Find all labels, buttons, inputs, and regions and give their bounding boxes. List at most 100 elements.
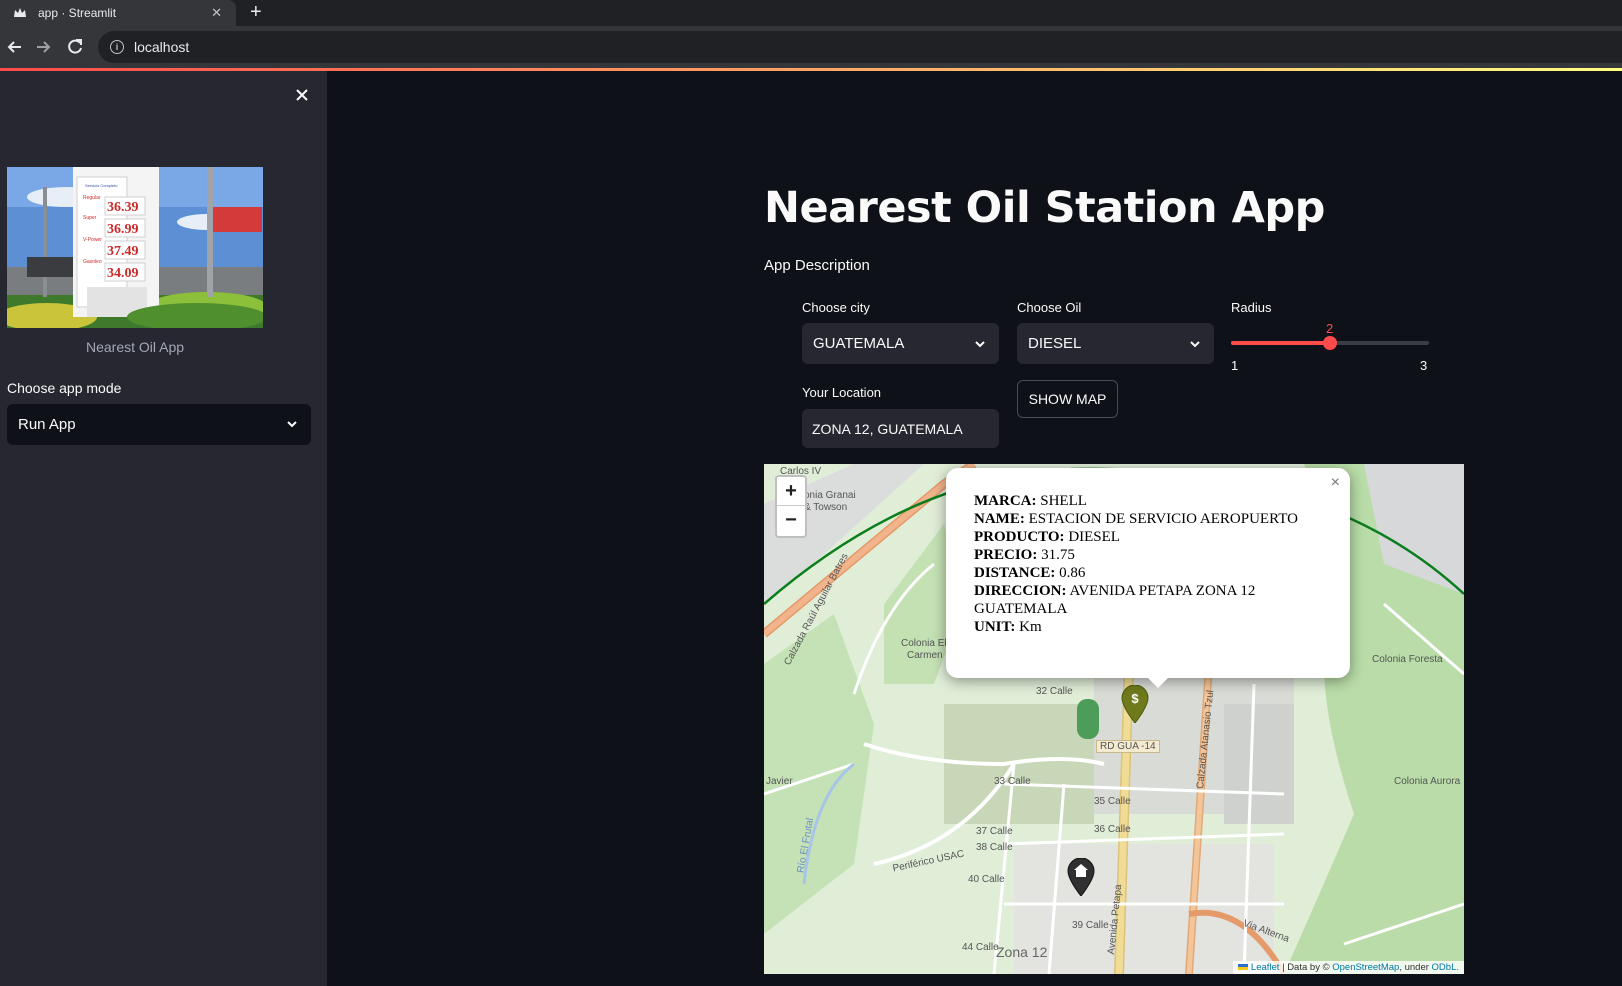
attribution-text: , under: [1399, 962, 1429, 973]
popup-tip: [1146, 676, 1170, 688]
popup-distance-row: DISTANCE: 0.86: [974, 564, 1322, 582]
popup-marca-row: MARCA: SHELL: [974, 492, 1322, 510]
radius-slider-thumb[interactable]: [1323, 336, 1337, 350]
popup-close-button[interactable]: ×: [1331, 474, 1340, 492]
popup-key: MARCA:: [974, 493, 1037, 509]
browser-tab-bar: app · Streamlit ✕ +: [0, 0, 1622, 26]
radius-label: Radius: [1231, 300, 1272, 315]
radius-slider[interactable]: [1231, 336, 1429, 350]
map-label: & Towson: [804, 502, 848, 513]
popup-value: SHELL: [1040, 493, 1087, 509]
new-tab-icon[interactable]: +: [250, 2, 262, 22]
city-select[interactable]: GUATEMALA: [802, 323, 999, 364]
popup-key: UNIT:: [974, 619, 1016, 635]
url-text: localhost: [134, 39, 190, 55]
show-map-button[interactable]: SHOW MAP: [1017, 380, 1118, 418]
svg-text:Regular: Regular: [83, 195, 101, 201]
app-description: App Description: [764, 257, 870, 274]
chevron-down-icon: [285, 417, 299, 431]
map-label: 36 Calle: [1094, 824, 1131, 835]
radius-min-tick: 1: [1231, 358, 1239, 373]
map-label: Colonia El: [901, 638, 947, 649]
sign-price-3: 37.49: [107, 244, 139, 259]
popup-key: NAME:: [974, 511, 1025, 527]
zoom-out-button[interactable]: −: [777, 506, 805, 535]
map-label: Colonia Aurora: [1394, 776, 1461, 787]
popup-value: 31.75: [1041, 547, 1075, 563]
popup-value: 0.86: [1059, 565, 1086, 581]
map-label: Zona 12: [996, 944, 1048, 960]
home-marker[interactable]: [1067, 857, 1095, 897]
close-sidebar-icon[interactable]: [292, 85, 312, 105]
zoom-in-button[interactable]: +: [777, 477, 805, 506]
url-field[interactable]: i localhost: [98, 31, 1622, 63]
app-mode-label: Choose app mode: [7, 380, 122, 396]
radius-max-tick: 3: [1420, 358, 1428, 373]
map-label: 33 Calle: [994, 776, 1031, 787]
map[interactable]: Carlos IV onia Granai & Towson Colonia E…: [764, 464, 1464, 974]
app-mode-select[interactable]: Run App: [7, 404, 311, 445]
station-popup: × MARCA: SHELL NAME: ESTACION DE SERVICI…: [946, 468, 1350, 678]
svg-text:Servicio Completo: Servicio Completo: [85, 183, 118, 188]
page-title: Nearest Oil Station App: [764, 183, 1325, 233]
popup-key: PRODUCTO:: [974, 529, 1065, 545]
chevron-down-icon: [1188, 337, 1202, 351]
popup-unit-row: UNIT: Km: [974, 618, 1322, 636]
sign-price-4: 34.09: [107, 266, 139, 281]
leaflet-link[interactable]: Leaflet: [1251, 962, 1280, 973]
oil-value: DIESEL: [1028, 335, 1082, 352]
oil-select[interactable]: DIESEL: [1017, 323, 1214, 364]
map-label: RD GUA -14: [1096, 740, 1160, 753]
map-label: 38 Calle: [976, 842, 1013, 853]
browser-tab-title: app · Streamlit: [38, 6, 117, 20]
map-label: 32 Calle: [1036, 686, 1073, 697]
zoom-control: + −: [775, 475, 807, 538]
map-label: onia Granai: [804, 490, 856, 501]
reload-icon[interactable]: [64, 36, 86, 58]
popup-value: Km: [1019, 619, 1042, 635]
map-label: 35 Calle: [1094, 796, 1131, 807]
map-label: Carmen: [907, 650, 943, 661]
location-input[interactable]: ZONA 12, GUATEMALA: [802, 409, 999, 448]
popup-name-row: NAME: ESTACION DE SERVICIO AEROPUERTO: [974, 510, 1322, 528]
forward-arrow-icon[interactable]: [32, 36, 54, 58]
popup-key: DISTANCE:: [974, 565, 1056, 581]
popup-key: DIRECCION:: [974, 583, 1067, 599]
ukraine-flag-icon: [1238, 964, 1249, 971]
map-label: 44 Calle: [962, 942, 999, 953]
map-label: 39 Calle: [1072, 920, 1109, 931]
oil-label: Choose Oil: [1017, 300, 1082, 315]
map-label: 40 Calle: [968, 874, 1005, 885]
radius-slider-value: 2: [1326, 321, 1334, 336]
svg-text:Gasoleo: Gasoleo: [83, 259, 102, 265]
back-arrow-icon[interactable]: [4, 36, 26, 58]
browser-tab[interactable]: app · Streamlit ✕: [0, 0, 236, 26]
popup-direccion-row: DIRECCION: AVENIDA PETAPA ZONA 12 GUATEM…: [974, 582, 1322, 618]
map-label: Colonia Foresta: [1372, 654, 1443, 665]
svg-text:Super: Super: [83, 215, 97, 221]
odbl-link[interactable]: ODbL.: [1432, 962, 1459, 973]
location-label: Your Location: [802, 385, 882, 400]
gas-price-sign-image: Servicio Completo Regular Super V-Power …: [7, 167, 263, 328]
tab-close-icon[interactable]: ✕: [211, 5, 222, 21]
svg-text:V-Power: V-Power: [83, 237, 102, 243]
chevron-down-icon: [973, 337, 987, 351]
attribution-text: | Data by ©: [1282, 962, 1330, 973]
site-info-icon[interactable]: i: [110, 40, 124, 54]
popup-value: DIESEL: [1068, 529, 1120, 545]
address-bar: i localhost: [0, 26, 1622, 68]
map-label: 37 Calle: [976, 826, 1013, 837]
sign-price-2: 36.99: [107, 222, 139, 237]
osm-link[interactable]: OpenStreetMap: [1332, 962, 1399, 973]
radius-slider-fill: [1231, 341, 1330, 345]
streamlit-crown-icon: [12, 5, 28, 21]
station-marker[interactable]: $: [1121, 684, 1149, 724]
popup-precio-row: PRECIO: 31.75: [974, 546, 1322, 564]
popup-producto-row: PRODUCTO: DIESEL: [974, 528, 1322, 546]
city-label: Choose city: [802, 300, 870, 315]
image-caption: Nearest Oil App: [85, 339, 185, 355]
city-value: GUATEMALA: [813, 335, 905, 352]
dollar-icon: $: [1131, 691, 1139, 706]
popup-key: PRECIO:: [974, 547, 1038, 563]
popup-value: ESTACION DE SERVICIO AEROPUERTO: [1028, 511, 1298, 527]
